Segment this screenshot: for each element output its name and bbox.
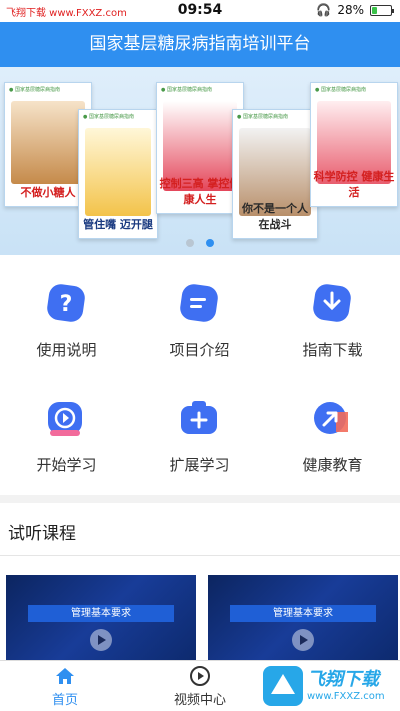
menu-item-label: 指南下载: [302, 341, 363, 359]
tab-bar: 首页 视频中心 飞翔下载 www.FXXZ.com: [0, 660, 400, 711]
home-icon: [56, 668, 74, 684]
tab-video-center[interactable]: 视频中心: [135, 665, 265, 711]
document-icon: [179, 283, 219, 323]
svg-text:?: ?: [60, 292, 73, 317]
menu-item-health-education[interactable]: 健康教育: [266, 370, 399, 480]
app-header: 国家基层糖尿病指南培训平台: [0, 22, 400, 67]
status-bar: 飞翔下载 www.FXXZ.com 09:54 🎧 28%: [0, 0, 400, 22]
carousel-dot[interactable]: [186, 239, 195, 247]
course-card-2[interactable]: 管理基本要求: [208, 575, 398, 660]
banner-poster-caption: 不做小糖人: [20, 186, 76, 199]
banner-carousel[interactable]: ● 国家基层糖尿病指南 不做小糖人 ● 国家基层糖尿病指南 管住嘴 迈开腿 ● …: [0, 67, 400, 255]
course-card-1[interactable]: 管理基本要求: [6, 575, 196, 660]
arrow-icon: [312, 398, 352, 438]
video-play-icon: [190, 666, 210, 686]
menu-item-start-learning[interactable]: 开始学习: [0, 370, 133, 480]
play-icon: [46, 398, 86, 438]
menu-grid: ? 使用说明 项目介绍 指南下载 开始学习 扩展学习 健康教育: [0, 255, 400, 495]
watermark-text: 飞翔下载: [307, 669, 379, 690]
carousel-indicator: [0, 232, 400, 251]
banner-poster-caption: 管住嘴 迈开腿: [83, 218, 153, 231]
watermark-icon: [263, 666, 303, 706]
menu-item-label: 项目介绍: [169, 341, 230, 359]
play-button-icon[interactable]: [90, 629, 112, 651]
banner-poster-4[interactable]: ● 国家基层糖尿病指南 你不是一个人 在战斗: [232, 109, 318, 239]
menu-item-label: 使用说明: [36, 341, 97, 359]
banner-poster-caption: 控制三高 掌控健康人生: [159, 177, 241, 206]
banner-poster-5[interactable]: ● 国家基层糖尿病指南 科学防控 健康生活: [310, 82, 398, 207]
banner-poster-caption: 你不是一个人 在战斗: [242, 202, 308, 231]
question-icon: ?: [46, 283, 86, 323]
carousel-dot-active[interactable]: [205, 239, 214, 247]
menu-item-usage[interactable]: ? 使用说明: [0, 255, 133, 365]
section-title: 试听课程: [8, 524, 76, 544]
watermark-url: www.FXXZ.com: [307, 691, 385, 702]
battery-text: 28%: [337, 3, 364, 17]
status-right: 🎧 28%: [316, 3, 394, 17]
battery-icon: [370, 4, 394, 16]
menu-item-download[interactable]: 指南下载: [266, 255, 399, 365]
banner-poster-3[interactable]: ● 国家基层糖尿病指南 控制三高 掌控健康人生: [156, 82, 244, 214]
menu-item-intro[interactable]: 项目介绍: [133, 255, 266, 365]
menu-item-label: 开始学习: [36, 456, 97, 474]
preview-courses-section: 试听课程 管理基本要求 管理基本要求: [0, 503, 400, 660]
banner-poster-caption: 科学防控 健康生活: [313, 170, 395, 199]
watermark-logo: 飞翔下载 www.FXXZ.com: [257, 661, 392, 711]
tab-label: 首页: [51, 693, 78, 708]
play-button-icon[interactable]: [292, 629, 314, 651]
tab-label: 视频中心: [173, 693, 226, 708]
menu-item-label: 扩展学习: [169, 456, 230, 474]
course-title: 管理基本要求: [28, 605, 174, 622]
tab-home[interactable]: 首页: [0, 665, 130, 711]
plus-icon: [179, 398, 219, 438]
download-icon: [312, 283, 352, 323]
course-title: 管理基本要求: [230, 605, 376, 622]
menu-item-label: 健康教育: [302, 456, 363, 474]
banner-poster-2[interactable]: ● 国家基层糖尿病指南 管住嘴 迈开腿: [78, 109, 158, 239]
page-title: 国家基层糖尿病指南培训平台: [89, 34, 311, 54]
headphones-icon: 🎧: [316, 3, 332, 17]
divider: [0, 555, 400, 556]
menu-item-extended-learning[interactable]: 扩展学习: [133, 370, 266, 480]
